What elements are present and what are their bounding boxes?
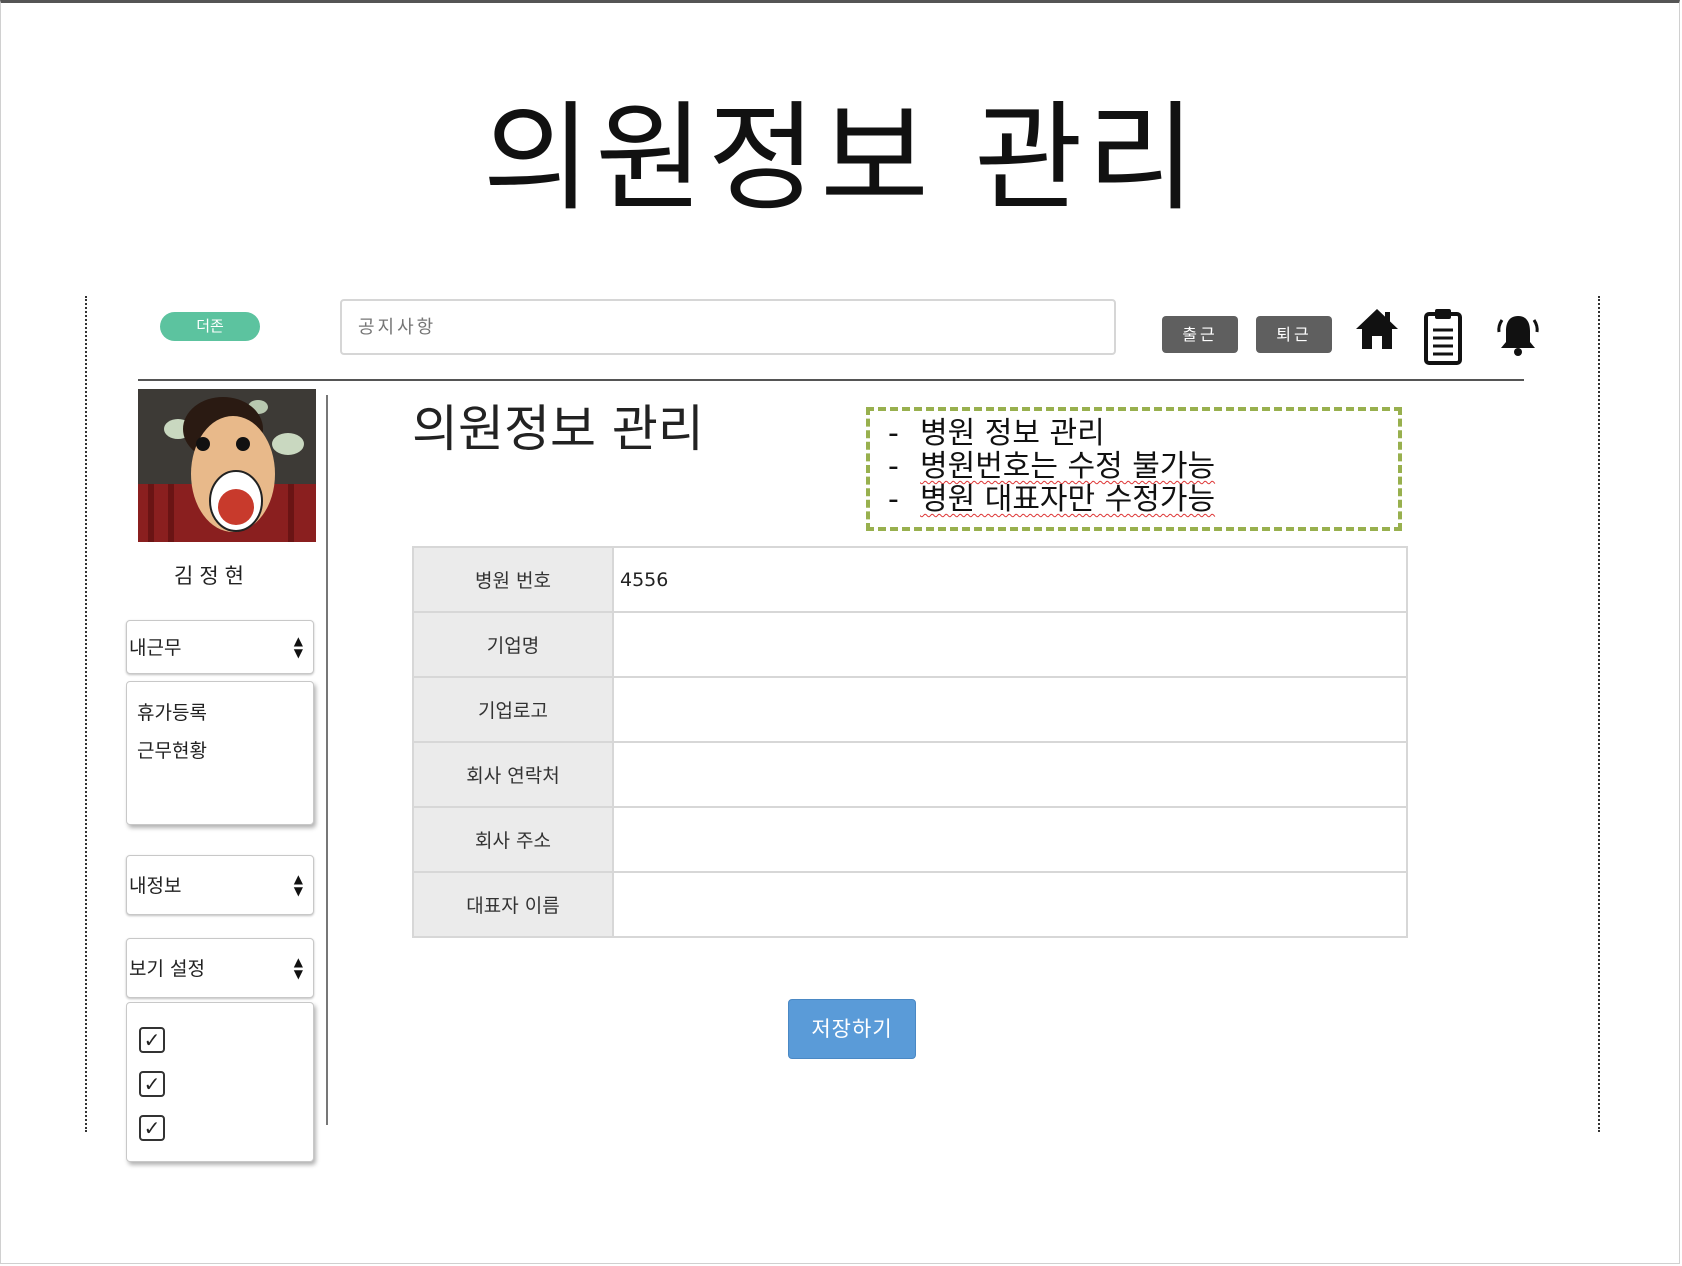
table-row: 기업로고 — [412, 676, 1408, 743]
table-row: 기업명 — [412, 611, 1408, 678]
select-arrows-icon: ▲ ▼ — [293, 634, 303, 660]
avatar[interactable] — [138, 389, 316, 542]
table-row: 병원 번호 4556 — [412, 546, 1408, 613]
frame-dotted-right — [1598, 296, 1600, 1132]
sidebar-divider — [326, 395, 328, 1125]
bell-icon[interactable] — [1496, 312, 1540, 362]
clinic-info-table: 병원 번호 4556 기업명 기업로고 회사 연락처 회사 주소 대표자 이름 — [412, 546, 1408, 938]
view-checkbox[interactable]: ✓ — [139, 1115, 165, 1141]
field-label-company-address: 회사 주소 — [412, 806, 614, 873]
field-label-clinic-number: 병원 번호 — [412, 546, 614, 613]
note-line: - 병원번호는 수정 불가능 — [888, 449, 1216, 484]
brand-logo[interactable]: 더존 — [160, 312, 260, 341]
field-label-representative-name: 대표자 이름 — [412, 871, 614, 938]
frame-dotted-left — [85, 296, 87, 1132]
work-select-value: 내근무 — [129, 637, 182, 659]
select-arrows-icon: ▲ ▼ — [293, 955, 303, 981]
table-row: 회사 연락처 — [412, 741, 1408, 808]
menu-item-vacation[interactable]: 휴가등록 — [137, 694, 313, 732]
view-select-value: 보기 설정 — [129, 958, 205, 980]
field-input-company-contact[interactable] — [612, 741, 1408, 808]
note-line: - 병원 정보 관리 — [888, 416, 1105, 451]
checkin-button[interactable]: 출근 — [1162, 316, 1238, 353]
field-input-company-name[interactable] — [612, 611, 1408, 678]
checkout-button[interactable]: 퇴근 — [1256, 316, 1332, 353]
view-checkbox[interactable]: ✓ — [139, 1071, 165, 1097]
field-value-clinic-number: 4556 — [612, 546, 1408, 613]
requirements-note: - 병원 정보 관리 - 병원번호는 수정 불가능 - 병원 대표자만 수정가능 — [866, 407, 1402, 531]
field-input-company-address[interactable] — [612, 806, 1408, 873]
slide-title: 의원정보 관리 — [482, 89, 1200, 227]
save-button[interactable]: 저장하기 — [788, 999, 916, 1059]
info-select-value: 내정보 — [129, 875, 182, 897]
select-arrows-icon: ▲ ▼ — [293, 872, 303, 898]
notice-input[interactable] — [340, 299, 1116, 355]
work-menu: 휴가등록 근무현황 — [126, 681, 314, 825]
field-input-company-logo[interactable] — [612, 676, 1408, 743]
work-select[interactable]: 내근무 ▲ ▼ — [126, 620, 314, 674]
field-label-company-contact: 회사 연락처 — [412, 741, 614, 808]
info-select[interactable]: 내정보 ▲ ▼ — [126, 855, 314, 915]
field-label-company-name: 기업명 — [412, 611, 614, 678]
field-label-company-logo: 기업로고 — [412, 676, 614, 743]
view-checkbox[interactable]: ✓ — [139, 1027, 165, 1053]
user-name: 김정현 — [174, 564, 250, 588]
field-input-representative-name[interactable] — [612, 871, 1408, 938]
view-settings-panel: ✓ ✓ ✓ — [126, 1002, 314, 1162]
table-row: 대표자 이름 — [412, 871, 1408, 938]
menu-item-work-status[interactable]: 근무현황 — [137, 732, 313, 770]
home-icon[interactable] — [1354, 306, 1400, 356]
table-row: 회사 주소 — [412, 806, 1408, 873]
page-title: 의원정보 관리 — [412, 400, 704, 458]
note-line: - 병원 대표자만 수정가능 — [888, 482, 1216, 517]
view-settings-select[interactable]: 보기 설정 ▲ ▼ — [126, 938, 314, 998]
clipboard-icon[interactable] — [1423, 308, 1463, 370]
top-divider — [138, 379, 1524, 381]
